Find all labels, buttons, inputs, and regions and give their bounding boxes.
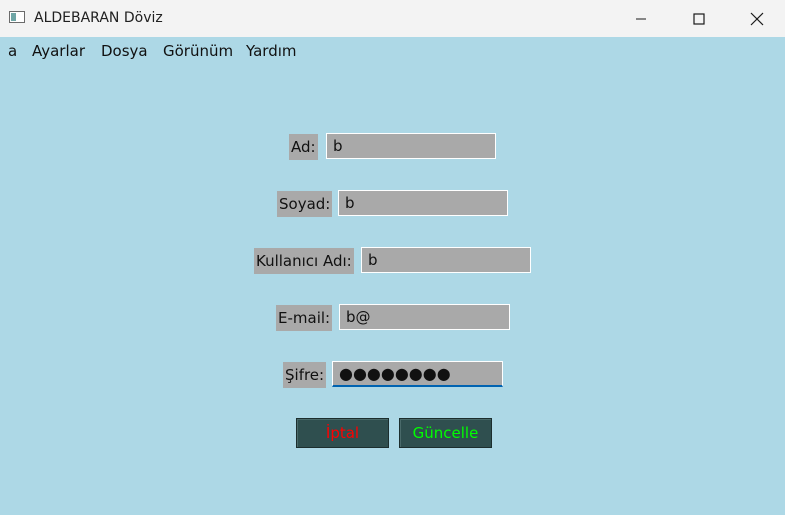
menu-bar: a Ayarlar Dosya Görünüm Yardım — [0, 37, 785, 65]
password-label: Şifre: — [283, 362, 327, 388]
cancel-button-label: İptal — [325, 424, 360, 442]
update-button[interactable]: Güncelle — [399, 418, 492, 448]
soyad-label: Soyad: — [277, 191, 333, 217]
title-bar: ALDEBARAN Döviz — [0, 0, 785, 37]
app-icon — [9, 11, 25, 23]
menu-item-dosya[interactable]: Dosya — [101, 42, 148, 60]
menu-item-gorunum[interactable]: Görünüm — [163, 42, 233, 60]
maximize-button[interactable] — [670, 0, 728, 37]
username-label: Kullanıcı Adı: — [254, 248, 354, 274]
soyad-input[interactable] — [338, 190, 508, 216]
email-label: E-mail: — [276, 305, 333, 331]
minimize-icon — [636, 18, 646, 19]
ad-input[interactable] — [326, 133, 496, 159]
menu-item-ayarlar[interactable]: Ayarlar — [32, 42, 85, 60]
cancel-button[interactable]: İptal — [296, 418, 389, 448]
close-icon — [750, 12, 764, 25]
email-input[interactable] — [339, 304, 510, 330]
password-input[interactable] — [332, 361, 503, 387]
username-input[interactable] — [361, 247, 531, 273]
ad-label: Ad: — [289, 134, 318, 160]
menu-item-a[interactable]: a — [8, 42, 17, 60]
update-button-label: Güncelle — [412, 424, 479, 442]
maximize-icon — [693, 12, 705, 25]
close-button[interactable] — [728, 0, 785, 37]
window-title: ALDEBARAN Döviz — [34, 10, 163, 26]
minimize-button[interactable] — [612, 0, 670, 37]
menu-item-yardim[interactable]: Yardım — [246, 42, 297, 60]
